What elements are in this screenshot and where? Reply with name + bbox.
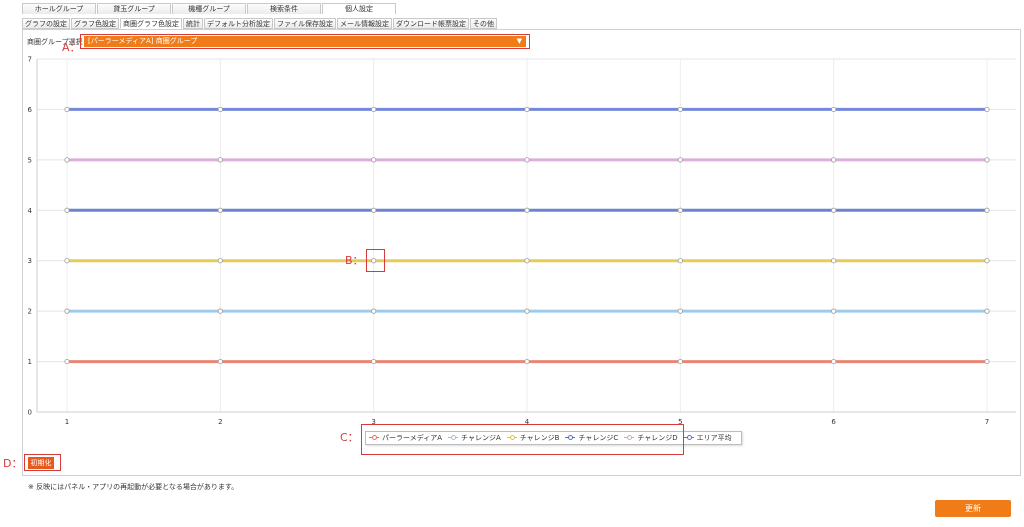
data-point <box>64 358 70 365</box>
data-point <box>677 106 683 113</box>
data-point <box>677 258 683 264</box>
reset-button[interactable]: 初期化 <box>28 457 54 469</box>
data-point <box>984 106 990 113</box>
data-point <box>64 106 70 113</box>
data-point <box>371 308 377 314</box>
data-point <box>677 157 683 163</box>
data-point <box>217 358 223 365</box>
restart-note: ※ 反映にはパネル・アプリの再起動が必要となる場合があります。 <box>28 483 239 491</box>
annotation-box-a <box>80 34 530 49</box>
data-point <box>984 308 990 314</box>
y-tick-label: 3 <box>28 257 32 265</box>
data-point <box>524 358 530 365</box>
y-tick-label: 4 <box>28 207 33 215</box>
legend-label: エリア平均 <box>696 434 732 442</box>
data-point <box>524 157 530 163</box>
x-tick-label: 1 <box>65 418 69 426</box>
x-tick-label: 2 <box>218 418 222 426</box>
data-point <box>831 358 837 365</box>
data-point <box>984 358 990 365</box>
data-point <box>831 157 837 163</box>
data-point <box>524 106 530 113</box>
data-point <box>64 258 70 264</box>
data-point <box>831 258 837 264</box>
y-tick-label: 0 <box>28 409 32 417</box>
data-point <box>217 157 223 163</box>
data-point <box>984 258 990 264</box>
chart-axes: 012345671 2 3 4 5 6 7 <box>28 56 1016 426</box>
data-point <box>371 106 377 113</box>
legend-marker-icon <box>683 435 694 441</box>
update-button[interactable]: 更新 <box>935 500 1011 517</box>
data-point <box>831 308 837 314</box>
data-point <box>217 207 223 213</box>
data-point <box>64 308 70 314</box>
data-point <box>524 258 530 264</box>
annotation-label-c: C： <box>340 431 359 444</box>
data-point <box>984 207 990 213</box>
data-point <box>524 308 530 314</box>
data-point <box>831 207 837 213</box>
y-tick-label: 5 <box>28 156 32 164</box>
data-point <box>217 106 223 113</box>
y-tick-label: 1 <box>28 358 32 366</box>
data-point <box>677 308 683 314</box>
x-tick-label: 6 <box>831 418 836 426</box>
y-tick-label: 7 <box>28 56 32 64</box>
annotation-label-d: D： <box>3 457 23 470</box>
data-point <box>64 157 70 163</box>
data-point <box>984 157 990 163</box>
data-point <box>217 258 223 264</box>
data-point <box>64 207 70 213</box>
data-point <box>217 308 223 314</box>
data-point <box>524 207 530 213</box>
annotation-box-c <box>361 424 684 455</box>
y-tick-label: 6 <box>28 106 33 114</box>
y-tick-label: 2 <box>28 308 32 316</box>
data-point <box>371 207 377 213</box>
x-tick-label: 7 <box>985 418 989 426</box>
data-point <box>677 207 683 213</box>
data-point <box>371 157 377 163</box>
legend-item[interactable]: エリア平均 <box>683 433 732 443</box>
annotation-box-b <box>366 249 385 272</box>
data-point <box>831 106 837 113</box>
data-point <box>371 358 377 365</box>
data-point <box>677 358 683 365</box>
annotation-label-a: A： <box>62 41 81 54</box>
annotation-label-b: B： <box>345 254 364 267</box>
